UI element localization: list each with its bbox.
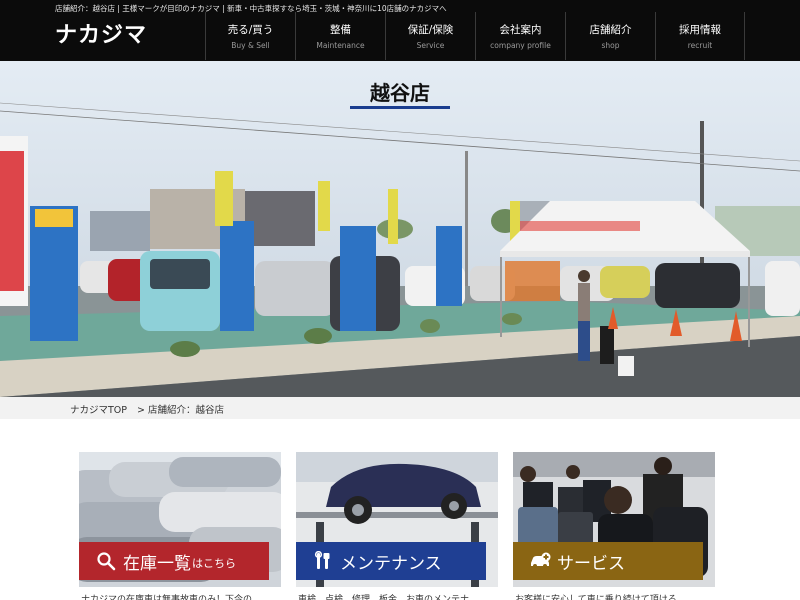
card-description: ナカジマの在庫車は無事故車のみ！下今の	[81, 595, 253, 600]
hero-banner: 越谷店	[0, 61, 800, 397]
page-title: 越谷店	[370, 81, 430, 105]
nav-item-buy-sell[interactable]: 売る/買う Buy & Sell	[205, 12, 295, 60]
card-description: お客様に安心して車に乗り続けて頂ける	[515, 595, 677, 600]
feature-cards: 在庫一覧 はこちら ナカジマの在庫車は無事故車のみ！下今の メンテナンス 車検、…	[0, 452, 800, 600]
card-title: サービス	[557, 553, 625, 574]
card-subtitle: はこちら	[192, 557, 236, 570]
tools-icon	[312, 550, 334, 572]
nav-label-jp: 整備	[330, 24, 351, 36]
nav-item-service[interactable]: 保証/保険 Service	[385, 12, 475, 60]
site-logo[interactable]: ナカジマ	[55, 18, 147, 48]
nav-label-jp: 採用情報	[679, 24, 721, 36]
nav-label-jp: 会社案内	[499, 24, 542, 36]
card-title: メンテナンス	[340, 553, 442, 574]
car-plus-icon	[529, 550, 551, 572]
card-title: 在庫一覧	[123, 553, 191, 574]
card-description: 車検、点検、修理、板金、お車のメンテナ	[298, 595, 470, 600]
main-nav: 売る/買う Buy & Sell 整備 Maintenance 保証/保険 Se…	[205, 12, 745, 61]
nav-label-en: Maintenance	[316, 41, 365, 50]
card-maintenance[interactable]: メンテナンス 車検、点検、修理、板金、お車のメンテナ	[296, 452, 498, 600]
nav-label-en: Service	[416, 41, 445, 50]
inventory-banner: 在庫一覧 はこちら	[79, 542, 269, 580]
nav-item-shop[interactable]: 店舗紹介 shop	[565, 12, 655, 60]
nav-label-jp: 売る/買う	[227, 24, 274, 36]
card-inventory[interactable]: 在庫一覧 はこちら ナカジマの在庫車は無事故車のみ！下今の	[79, 452, 281, 600]
breadcrumb-current: > 店舗紹介：越谷店	[137, 405, 224, 416]
breadcrumb-home-link[interactable]: ナカジマTOP	[70, 402, 127, 416]
maintenance-banner: メンテナンス	[296, 542, 486, 580]
nav-label-en: shop	[601, 41, 620, 50]
nav-label-en: Buy & Sell	[231, 41, 270, 50]
search-icon	[95, 550, 117, 572]
nav-label-jp: 店舗紹介	[589, 24, 632, 36]
nav-label-jp: 保証/保険	[407, 24, 454, 36]
nav-item-company[interactable]: 会社案内 company profile	[475, 12, 565, 60]
breadcrumb: ナカジマTOP > 店舗紹介：越谷店	[0, 397, 800, 419]
logo-text: ナカジマ	[55, 23, 148, 48]
site-header: 店舗紹介：越谷店 | 王様マークが目印のナカジマ | 新車・中古車探すなら埼玉・…	[0, 0, 800, 61]
nav-label-en: company profile	[490, 41, 551, 50]
nav-item-recruit[interactable]: 採用情報 recruit	[655, 12, 745, 60]
service-banner: サービス	[513, 542, 703, 580]
dealership-photo	[0, 61, 800, 397]
title-underline	[350, 106, 450, 109]
nav-label-en: recruit	[687, 41, 713, 50]
nav-item-maintenance[interactable]: 整備 Maintenance	[295, 12, 385, 60]
card-service[interactable]: サービス お客様に安心して車に乗り続けて頂ける	[513, 452, 715, 600]
